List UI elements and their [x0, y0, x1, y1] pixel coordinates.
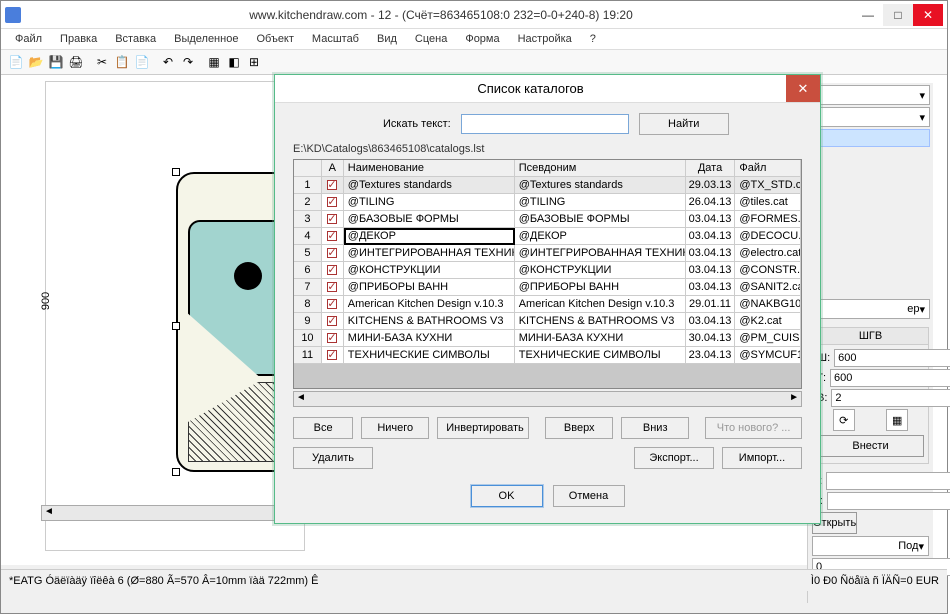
table-row[interactable]: 3@БАЗОВЫЕ ФОРМЫ@БАЗОВЫЕ ФОРМЫ03.04.13@FO… — [294, 211, 801, 228]
properties-panel: ▾ ▾ ер ▾ ШГВ Ш: Г: В: ⟳ ▦ Внести Л: П: О… — [807, 83, 933, 603]
table-row[interactable]: 5@ИНТЕГРИРОВАННАЯ ТЕХНИКА@ИНТЕГРИРОВАННА… — [294, 245, 801, 262]
refresh-icon[interactable]: ⟳ — [833, 409, 855, 431]
menu-help[interactable]: ? — [582, 31, 604, 47]
table-row[interactable]: 8American Kitchen Design v.10.3American … — [294, 296, 801, 313]
dialog-title: Список каталогов — [275, 81, 786, 96]
move-up-button[interactable]: Вверх — [545, 417, 613, 439]
paste-icon[interactable]: 📄 — [133, 53, 151, 71]
move-down-button[interactable]: Вниз — [621, 417, 689, 439]
copy-icon[interactable]: 📋 — [113, 53, 131, 71]
open-icon[interactable]: 📂 — [27, 53, 45, 71]
undo-icon[interactable]: ↶ — [159, 53, 177, 71]
delete-button[interactable]: Удалить — [293, 447, 373, 469]
app-icon — [5, 7, 21, 23]
export-button[interactable]: Экспорт... — [634, 447, 714, 469]
under-combo[interactable]: Под ▾ — [812, 536, 929, 556]
table-row[interactable]: 9KITCHENS & BATHROOMS V3KITCHENS & BATHR… — [294, 313, 801, 330]
tool-icon[interactable]: ⊞ — [245, 53, 263, 71]
menu-scale[interactable]: Масштаб — [304, 31, 367, 47]
dims-group-title: ШГВ — [813, 328, 928, 345]
close-button[interactable]: ✕ — [913, 4, 943, 26]
item-list[interactable] — [812, 129, 930, 147]
finish-combo[interactable]: ер ▾ — [812, 299, 930, 319]
catalog-list-dialog: Список каталогов ✕ Искать текст: Найти E… — [274, 74, 821, 524]
height-input[interactable] — [831, 389, 950, 407]
search-input[interactable] — [461, 114, 629, 134]
menu-settings[interactable]: Настройка — [510, 31, 580, 47]
left-input[interactable] — [826, 472, 950, 490]
calendar-icon[interactable]: ▦ — [886, 409, 908, 431]
dimension-vertical: 900 — [40, 292, 52, 310]
ok-button[interactable]: OK — [471, 485, 543, 507]
table-row[interactable]: 7@ПРИБОРЫ ВАНН@ПРИБОРЫ ВАНН03.04.13@SANI… — [294, 279, 801, 296]
search-label: Искать текст: — [383, 118, 451, 130]
find-button[interactable]: Найти — [639, 113, 729, 135]
section-combo[interactable]: ▾ — [812, 107, 930, 127]
window-title: www.kitchendraw.com - 12 - (Счёт=8634651… — [29, 8, 853, 22]
menubar: Файл Правка Вставка Выделенное Объект Ма… — [1, 29, 947, 50]
menu-selection[interactable]: Выделенное — [166, 31, 246, 47]
menu-file[interactable]: Файл — [7, 31, 50, 47]
print-icon[interactable]: 🖨 — [67, 53, 85, 71]
maximize-button[interactable]: □ — [883, 4, 913, 26]
redo-icon[interactable]: ↷ — [179, 53, 197, 71]
new-icon[interactable]: 📄 — [7, 53, 25, 71]
tool-icon[interactable]: ◧ — [225, 53, 243, 71]
menu-object[interactable]: Объект — [248, 31, 301, 47]
save-icon[interactable]: 💾 — [47, 53, 65, 71]
table-row[interactable]: 11ТЕХНИЧЕСКИЕ СИМВОЛЫТЕХНИЧЕСКИЕ СИМВОЛЫ… — [294, 347, 801, 364]
cancel-button[interactable]: Отмена — [553, 485, 625, 507]
menu-shape[interactable]: Форма — [457, 31, 507, 47]
select-all-button[interactable]: Все — [293, 417, 353, 439]
import-button[interactable]: Импорт... — [722, 447, 802, 469]
statusbar: *EATG Óäëïàäÿ ïîëêà 6 (Ø=880 Ã=570 Â=10m… — [1, 569, 947, 591]
submit-button[interactable]: Внести — [817, 435, 924, 457]
menu-scene[interactable]: Сцена — [407, 31, 455, 47]
right-input[interactable] — [827, 492, 950, 510]
menu-edit[interactable]: Правка — [52, 31, 105, 47]
minimize-button[interactable]: — — [853, 4, 883, 26]
grid-scrollbar[interactable] — [293, 391, 802, 407]
toolbar: 📄 📂 💾 🖨 ✂ 📋 📄 ↶ ↷ ▦ ◧ ⊞ — [1, 50, 947, 75]
menu-insert[interactable]: Вставка — [107, 31, 164, 47]
table-row[interactable]: 10МИНИ-БАЗА КУХНИМИНИ-БАЗА КУХНИ30.04.13… — [294, 330, 801, 347]
menu-view[interactable]: Вид — [369, 31, 405, 47]
width-input[interactable] — [834, 349, 950, 367]
status-left: *EATG Óäëïàäÿ ïîëêà 6 (Ø=880 Ã=570 Â=10m… — [9, 575, 319, 587]
table-row[interactable]: 6@КОНСТРУКЦИИ@КОНСТРУКЦИИ03.04.13@CONSTR… — [294, 262, 801, 279]
catalog-combo[interactable]: ▾ — [812, 85, 930, 105]
drawing-canvas[interactable] — [45, 81, 305, 551]
tool-icon[interactable]: ▦ — [205, 53, 223, 71]
titlebar: www.kitchendraw.com - 12 - (Счёт=8634651… — [1, 1, 947, 29]
table-row[interactable]: 1@Textures standards@Textures standards2… — [294, 177, 801, 194]
whats-new-button[interactable]: Что нового? ... — [705, 417, 802, 439]
table-row[interactable]: 4@ДЕКОР@ДЕКОР03.04.13@DECOCU. — [294, 228, 801, 245]
invert-button[interactable]: Инвертировать — [437, 417, 529, 439]
depth-input[interactable] — [830, 369, 950, 387]
table-row[interactable]: 2@TILING@TILING26.04.13@tiles.cat — [294, 194, 801, 211]
catalog-path: E:\KD\Catalogs\863465108\catalogs.lst — [275, 141, 820, 157]
catalog-grid[interactable]: А Наименование Псевдоним Дата Файл 1@Tex… — [293, 159, 802, 389]
cut-icon[interactable]: ✂ — [93, 53, 111, 71]
dialog-close-button[interactable]: ✕ — [786, 75, 820, 102]
select-none-button[interactable]: Ничего — [361, 417, 429, 439]
status-right: Ì0 Ð0 Ñöåïà ñ ÏÄÑ=0 EUR — [811, 575, 939, 587]
